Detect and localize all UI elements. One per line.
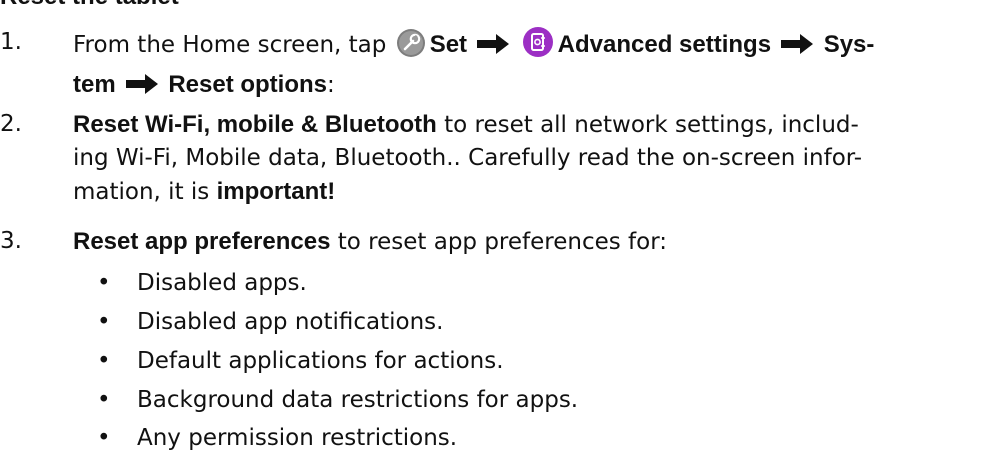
step-number: 2.	[0, 111, 22, 137]
step-3-text: to reset app preferences for:	[330, 229, 668, 255]
system-label-part-1: Sys-	[823, 31, 875, 58]
important-label: important!	[216, 178, 336, 205]
step-2-line-2: ing Wi-Fi, Mobile data, Bluetooth.. Care…	[73, 145, 863, 171]
bullet-icon: •	[97, 270, 111, 296]
reset-options-label: Reset options	[168, 71, 327, 98]
page-heading: Reset the tablet	[0, 0, 179, 11]
step-1-line-1: From the Home screen, tap Set Advanced s…	[73, 26, 983, 68]
step-number: 1.	[0, 29, 22, 55]
step-3-line-1: Reset app preferences to reset app prefe…	[73, 225, 983, 259]
step-1-prefix: From the Home screen, tap	[73, 32, 387, 58]
list-item-text: Disabled app notifications.	[137, 309, 444, 335]
list-item-text: Any permission restrictions.	[137, 425, 458, 451]
bullet-icon: •	[97, 425, 111, 451]
reset-network-title: Reset Wi-Fi, mobile & Bluetooth	[73, 111, 437, 138]
set-label: Set	[429, 31, 468, 58]
system-label-part-2: tem	[73, 71, 116, 98]
bullet-icon: •	[97, 387, 111, 413]
bullet-icon: •	[97, 348, 111, 374]
arrow-right-icon	[125, 72, 159, 106]
list-item-text: Background data restrictions for apps.	[137, 387, 579, 413]
step-body: Reset app preferences to reset app prefe…	[73, 225, 983, 259]
step-number: 3.	[0, 228, 22, 254]
list-item-text: Default applications for actions.	[137, 348, 504, 374]
step-body: Reset Wi-Fi, mobile & Bluetooth to reset…	[73, 108, 983, 209]
list-item-text: Disabled apps.	[137, 270, 307, 296]
step-3: 3. Reset app preferences to reset app pr…	[0, 225, 987, 258]
step-1-colon: :	[327, 72, 335, 98]
wrench-icon	[396, 28, 426, 68]
step-body: From the Home screen, tap Set Advanced s…	[73, 26, 983, 106]
arrow-right-icon	[780, 32, 814, 66]
step-1: 1. From the Home screen, tap Set Advance…	[0, 26, 987, 98]
device-settings-icon	[522, 26, 554, 68]
step-2-line-3: mation, it is important!	[73, 175, 983, 209]
arrow-right-icon	[476, 32, 510, 66]
step-1-line-2: tem Reset options:	[73, 68, 983, 106]
bullet-icon: •	[97, 309, 111, 335]
step-2-line-1: Reset Wi-Fi, mobile & Bluetooth to reset…	[73, 108, 983, 142]
step-2-text-1: to reset all network settings, includ-	[436, 112, 859, 138]
reset-app-preferences-title: Reset app preferences	[73, 228, 331, 255]
step-2: 2. Reset Wi-Fi, mobile & Bluetooth to re…	[0, 108, 987, 213]
step-2-text-3: mation, it is	[73, 179, 217, 205]
advanced-settings-label: Advanced settings	[557, 31, 772, 58]
